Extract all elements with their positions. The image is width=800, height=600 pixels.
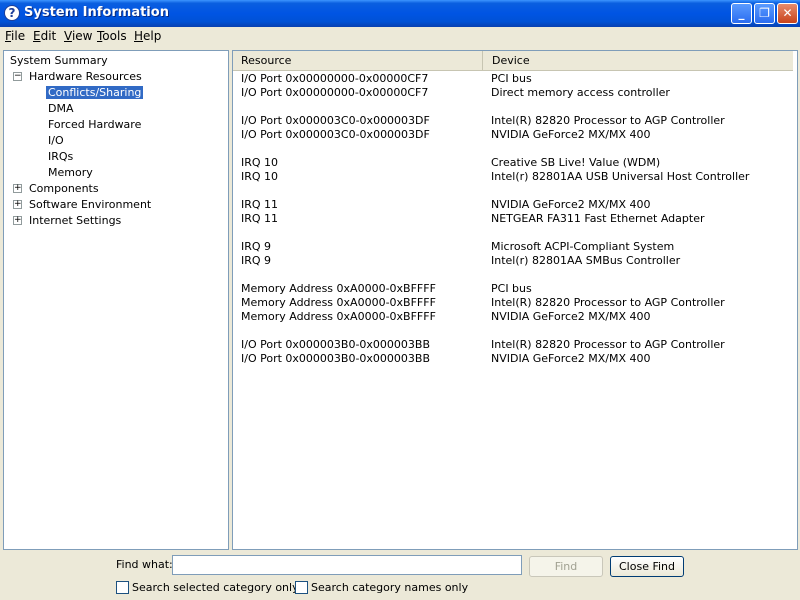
menu-edit-label: dit [40,29,57,43]
tree-item-software-environment[interactable]: Software Environment [29,197,151,213]
close-button[interactable]: ✕ [777,3,798,24]
device-cell: Intel(R) 82820 Processor to AGP Controll… [491,296,725,309]
menu-help-label: elp [143,29,162,43]
resource-cell: I/O Port 0x000003C0-0x000003DF [241,114,430,127]
table-row[interactable]: I/O Port 0x00000000-0x00000CF7 Direct mem… [233,86,793,100]
collapse-icon[interactable]: − [13,72,22,81]
menu-file-label: ile [11,29,26,43]
restore-button[interactable]: ❐ [754,3,775,24]
device-cell: NVIDIA GeForce2 MX/MX 400 [491,310,651,323]
search-selected-label[interactable]: Search selected category only [132,581,299,594]
resource-cell: IRQ 9 [241,254,272,267]
tree-item-components[interactable]: Components [29,181,99,197]
title-bar[interactable]: ? System Information _ ❐ ✕ [0,0,800,27]
menu-view[interactable]: View [64,29,92,43]
category-tree[interactable]: System Summary − Hardware Resources Conf… [3,50,229,550]
minimize-button[interactable]: _ [731,3,752,24]
details-list[interactable]: Resource Device I/O Port 0x00000000-0x00… [232,50,798,550]
table-row[interactable]: IRQ 10 Intel(r) 82801AA USB Universal Hos… [233,170,793,184]
tree-item-irqs[interactable]: IRQs [48,149,73,165]
resource-cell: Memory Address 0xA0000-0xBFFFF [241,282,436,295]
device-cell: Intel(R) 82820 Processor to AGP Controll… [491,114,725,127]
table-row[interactable]: Memory Address 0xA0000-0xBFFFF NVIDIA GeF… [233,310,793,324]
device-cell: Microsoft ACPI-Compliant System [491,240,675,253]
resource-cell: I/O Port 0x00000000-0x00000CF7 [241,86,429,99]
menu-view-label: iew [71,29,93,43]
device-cell: NVIDIA GeForce2 MX/MX 400 [491,198,651,211]
device-cell: PCI bus [491,72,532,85]
tree-item-forced-hardware[interactable]: Forced Hardware [48,117,141,133]
menu-tools[interactable]: Tools [97,29,127,43]
resource-cell: IRQ 10 [241,170,279,183]
column-header-device[interactable]: Device [484,51,793,71]
device-cell: NVIDIA GeForce2 MX/MX 400 [491,352,651,365]
help-app-icon: ? [4,5,20,21]
find-input[interactable] [172,555,522,575]
resource-cell: I/O Port 0x00000000-0x00000CF7 [241,72,429,85]
resource-cell: Memory Address 0xA0000-0xBFFFF [241,296,436,309]
menu-file[interactable]: File [5,29,25,43]
device-cell: PCI bus [491,282,532,295]
tree-item-hardware-resources[interactable]: Hardware Resources [29,69,142,85]
device-cell: NVIDIA GeForce2 MX/MX 400 [491,128,651,141]
device-cell: Intel(r) 82801AA SMBus Controller [491,254,681,267]
table-row[interactable]: IRQ 11 NETGEAR FA311 Fast Ethernet Adapte… [233,212,793,226]
search-names-checkbox[interactable] [295,581,308,594]
resource-cell: I/O Port 0x000003B0-0x000003BB [241,352,431,365]
menu-tools-label: ools [102,29,127,43]
find-button[interactable]: Find [529,556,603,577]
table-row[interactable]: I/O Port 0x000003C0-0x000003DF Intel(R) 8… [233,114,793,128]
column-header-resource[interactable]: Resource [233,51,483,71]
table-row[interactable]: I/O Port 0x00000000-0x00000CF7 PCI bus [233,72,793,86]
tree-item-dma[interactable]: DMA [48,101,74,117]
window-title: System Information [24,5,169,20]
close-find-button[interactable]: Close Find [610,556,684,577]
table-row[interactable]: IRQ 9 Microsoft ACPI-Compliant System [233,240,793,254]
resource-cell: I/O Port 0x000003C0-0x000003DF [241,128,430,141]
find-bar: Find what: Find Close Find Search select… [0,552,800,600]
expand-icon[interactable]: + [13,200,22,209]
resource-cell: I/O Port 0x000003B0-0x000003BB [241,338,431,351]
find-label: Find what: [116,558,173,571]
search-names-label[interactable]: Search category names only [311,581,468,594]
table-row[interactable]: I/O Port 0x000003B0-0x000003BB NVIDIA GeF… [233,352,793,366]
table-row[interactable]: Memory Address 0xA0000-0xBFFFF PCI bus [233,282,793,296]
tree-item-io[interactable]: I/O [48,133,64,149]
tree-item-internet-settings[interactable]: Internet Settings [29,213,121,229]
table-row[interactable]: I/O Port 0x000003B0-0x000003BB Intel(R) 8… [233,338,793,352]
search-selected-checkbox[interactable] [116,581,129,594]
expand-icon[interactable]: + [13,216,22,225]
resource-cell: IRQ 11 [241,212,279,225]
resource-cell: Memory Address 0xA0000-0xBFFFF [241,310,436,323]
menu-help[interactable]: Help [134,29,161,43]
expand-icon[interactable]: + [13,184,22,193]
device-cell: NETGEAR FA311 Fast Ethernet Adapter [491,212,705,225]
table-row[interactable]: I/O Port 0x000003C0-0x000003DF NVIDIA GeF… [233,128,793,142]
menu-edit[interactable]: Edit [33,29,56,43]
menu-bar: File Edit View Tools Help [0,27,800,47]
device-cell: Creative SB Live! Value (WDM) [491,156,661,169]
table-row[interactable]: IRQ 11 NVIDIA GeForce2 MX/MX 400 [233,198,793,212]
resource-cell: IRQ 9 [241,240,272,253]
tree-item-system-summary[interactable]: System Summary [10,53,108,69]
resource-cell: IRQ 11 [241,198,279,211]
list-header: Resource Device [233,51,793,71]
resource-cell: IRQ 10 [241,156,279,169]
device-cell: Intel(r) 82801AA USB Universal Host Cont… [491,170,750,183]
device-cell: Direct memory access controller [491,86,670,99]
table-row[interactable]: Memory Address 0xA0000-0xBFFFF Intel(R) 8… [233,296,793,310]
table-row[interactable]: IRQ 9 Intel(r) 82801AA SMBus Controller [233,254,793,268]
tree-item-conflicts-sharing[interactable]: Conflicts/Sharing [44,85,145,101]
tree-item-memory[interactable]: Memory [48,165,93,181]
device-cell: Intel(R) 82820 Processor to AGP Controll… [491,338,725,351]
table-row[interactable]: IRQ 10 Creative SB Live! Value (WDM) [233,156,793,170]
